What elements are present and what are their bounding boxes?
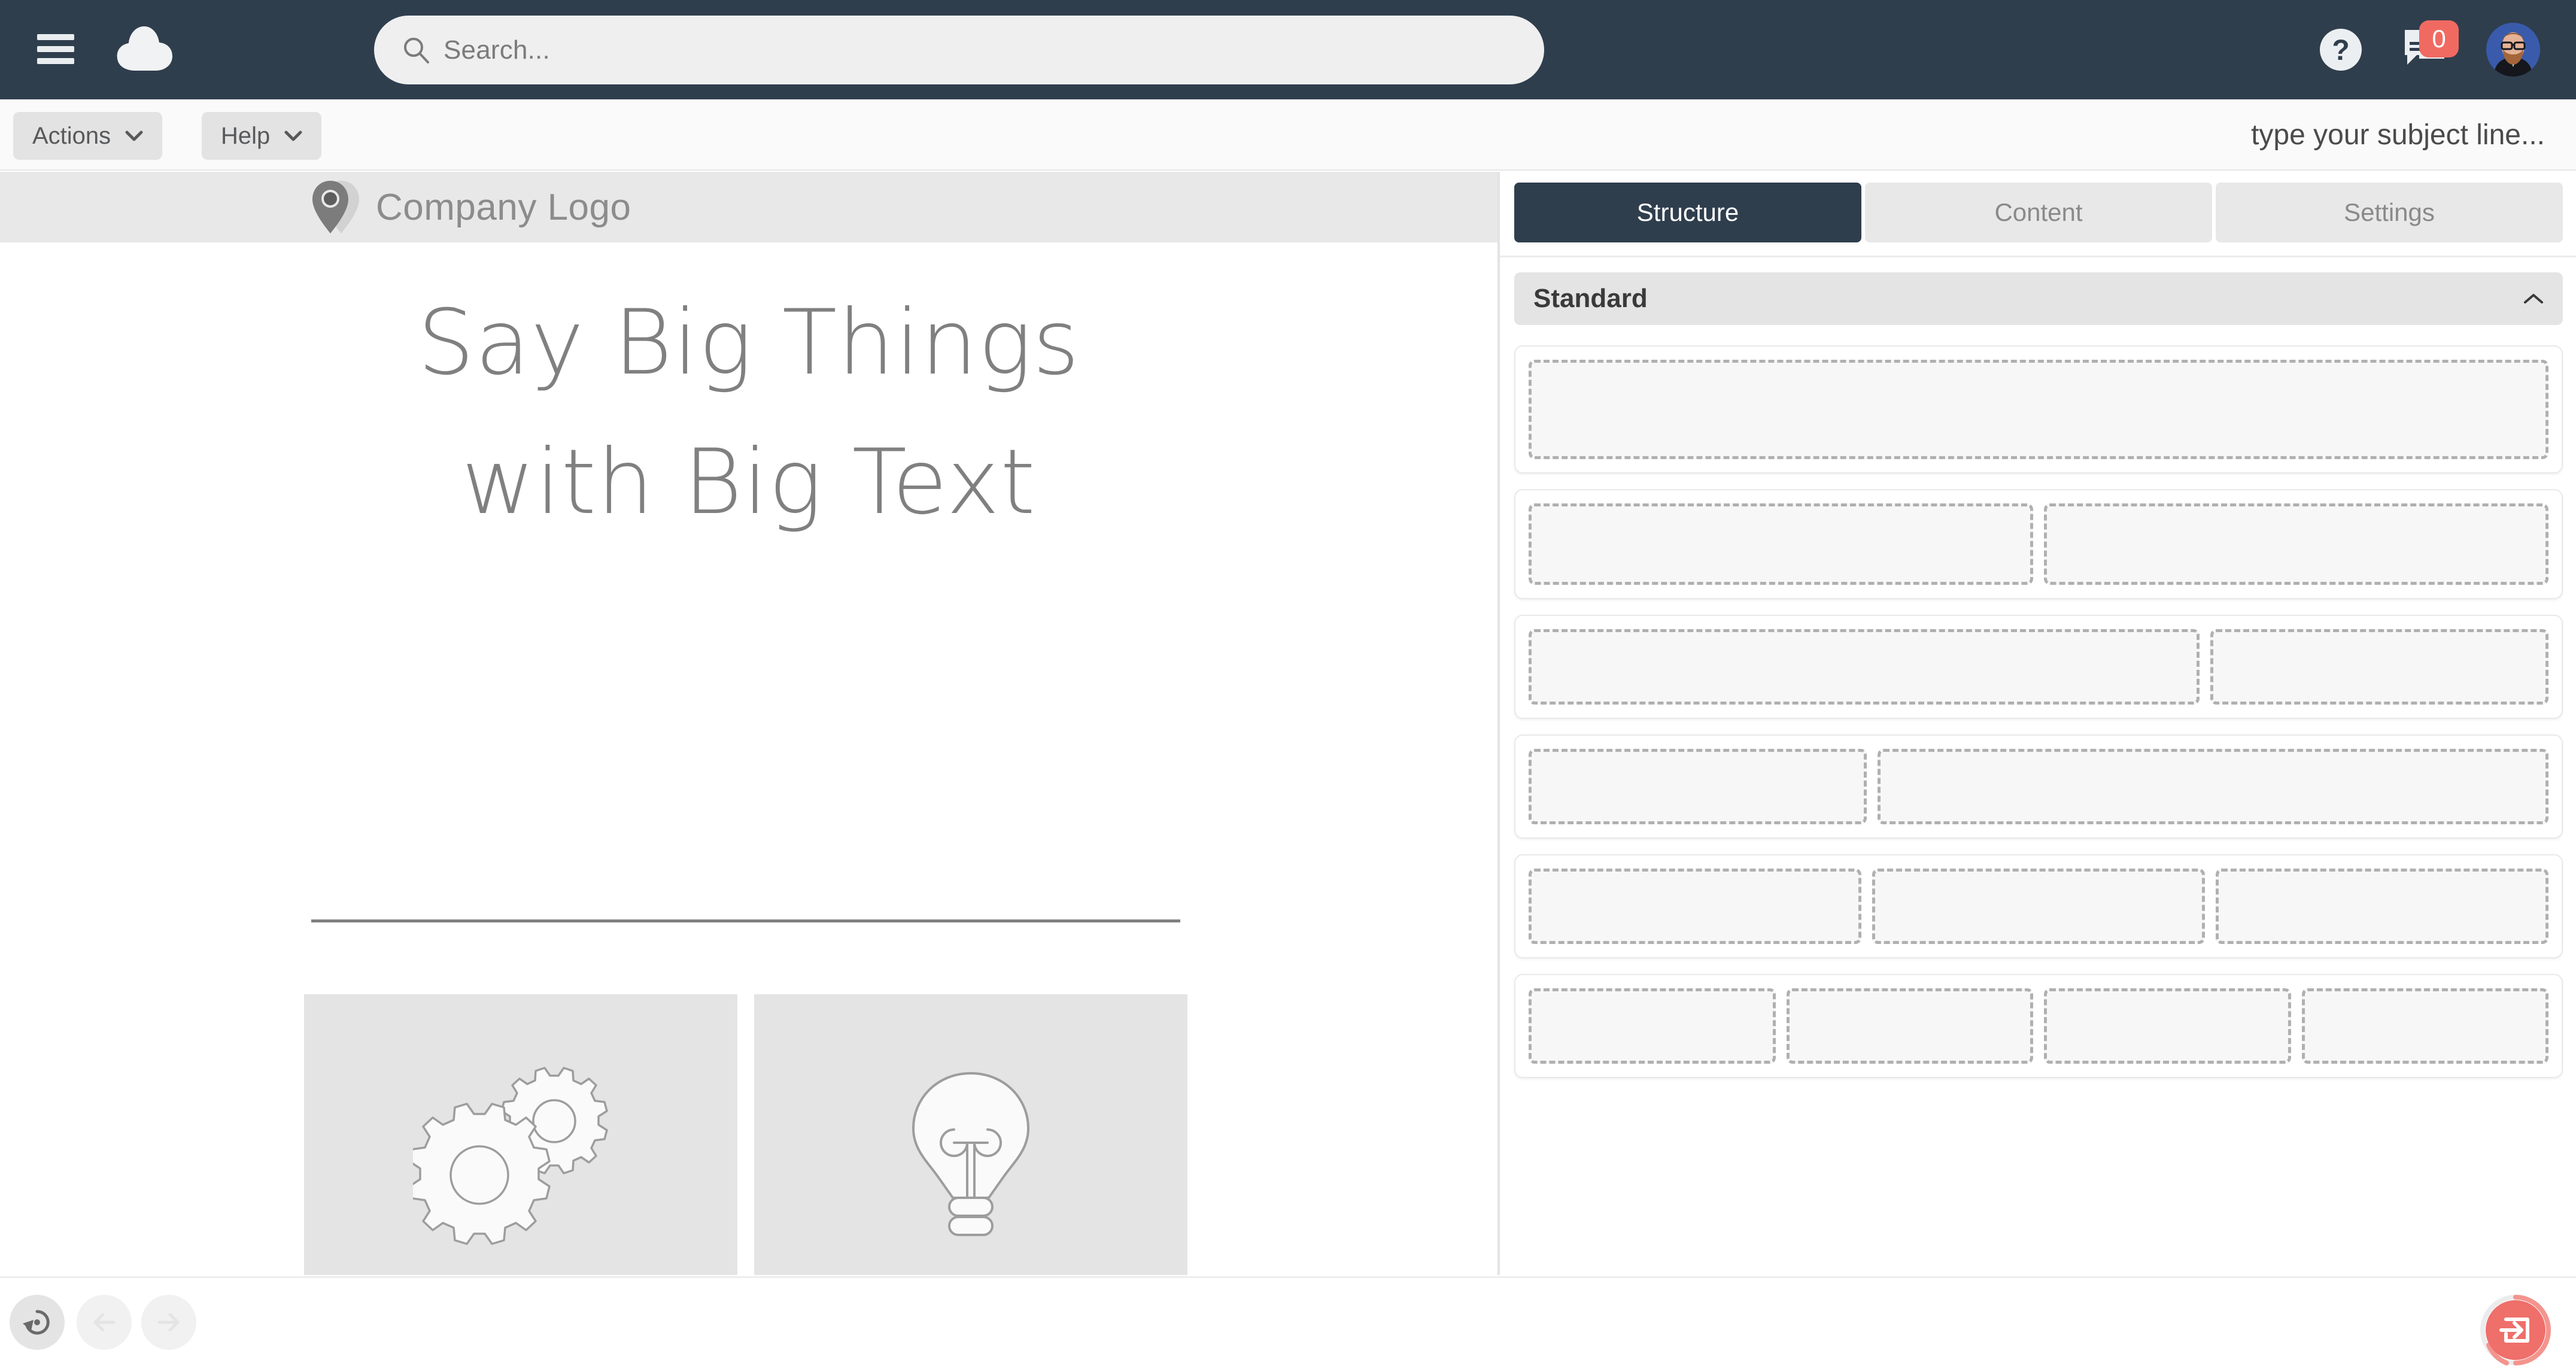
chevron-down-icon: [284, 130, 302, 141]
lightbulb-icon: [912, 1072, 1029, 1236]
logo-text: Company Logo: [376, 186, 631, 228]
layout-slot[interactable]: [1529, 749, 1867, 824]
tab-settings-label: Settings: [2344, 198, 2435, 226]
subject-line-input[interactable]: type your subject line...: [2251, 99, 2545, 171]
tabs-divider: [1500, 256, 2576, 257]
layout-template-5[interactable]: [1514, 854, 2563, 958]
headline-line-2: with Big Text: [461, 430, 1036, 535]
tab-structure-label: Structure: [1636, 198, 1739, 226]
layout-slot[interactable]: [1878, 749, 2548, 824]
send-fab-button[interactable]: [2480, 1295, 2551, 1365]
layout-slot[interactable]: [1529, 869, 1861, 944]
messages-badge: 0: [2419, 20, 2459, 57]
layout-template-list: [1514, 345, 2563, 1094]
messages-button[interactable]: 0: [2401, 20, 2459, 72]
horizontal-rule: [311, 919, 1180, 922]
search-icon: [404, 37, 429, 63]
help-label: Help: [221, 122, 271, 149]
headline-line-1: Say Big Things: [417, 291, 1080, 395]
hamburger-bar: [37, 58, 74, 64]
top-bar: Search... ? 0: [0, 0, 2576, 99]
tab-structure[interactable]: Structure: [1514, 183, 1861, 242]
picture-placeholder-lightbulb[interactable]: add a picture: [754, 994, 1187, 1275]
secondary-toolbar: Actions Help type your subject line...: [0, 99, 2576, 171]
email-preview-canvas: Company Logo Say Big Things with Big Tex…: [0, 172, 1497, 1275]
hamburger-icon[interactable]: [37, 34, 74, 64]
picture-placeholder-gears[interactable]: add a picture: [304, 994, 737, 1275]
layout-slot[interactable]: [2044, 988, 2291, 1064]
layout-slot[interactable]: [1786, 988, 2033, 1064]
top-bar-actions: ? 0: [2319, 0, 2540, 99]
tab-settings[interactable]: Settings: [2216, 183, 2563, 242]
picture-row: add a picture add a picture: [304, 994, 1187, 1275]
layout-template-2[interactable]: [1514, 489, 2563, 599]
logo-inner: Company Logo: [310, 180, 631, 235]
gears-icon: [413, 1067, 608, 1245]
layout-template-1[interactable]: [1514, 345, 2563, 473]
chevron-up-icon: [2524, 294, 2543, 303]
hamburger-bar: [37, 34, 74, 40]
layout-slot[interactable]: [1529, 988, 1776, 1064]
logo-header-block[interactable]: Company Logo: [0, 172, 1497, 242]
tab-content-label: Content: [1994, 198, 2083, 226]
actions-dropdown-button[interactable]: Actions: [13, 112, 163, 160]
avatar[interactable]: [2486, 23, 2540, 77]
question-mark-icon[interactable]: ?: [2319, 28, 2363, 72]
layout-slot[interactable]: [2301, 988, 2548, 1064]
search-input[interactable]: Search...: [374, 16, 1544, 84]
headline-block[interactable]: Say Big Things with Big Text: [0, 274, 1497, 552]
editor-side-panel: Structure Content Settings Standard: [1500, 172, 2576, 1275]
layout-slot[interactable]: [1529, 503, 2033, 585]
layout-template-4[interactable]: [1514, 734, 2563, 839]
footer-bar: [0, 1276, 2576, 1366]
actions-label: Actions: [32, 122, 111, 149]
help-dropdown-button[interactable]: Help: [202, 112, 322, 160]
svg-text:?: ?: [2332, 35, 2349, 66]
layout-slot[interactable]: [2210, 629, 2548, 705]
layout-slot[interactable]: [1529, 629, 2200, 705]
layout-template-6[interactable]: [1514, 974, 2563, 1078]
layout-template-3[interactable]: [1514, 615, 2563, 719]
subject-line-placeholder: type your subject line...: [2251, 119, 2545, 151]
hamburger-bar: [37, 46, 74, 52]
accordion-title: Standard: [1533, 284, 1648, 313]
tab-content[interactable]: Content: [1865, 183, 2212, 242]
arrow-right-icon[interactable]: [141, 1295, 196, 1350]
history-revert-icon[interactable]: [10, 1295, 65, 1350]
arrow-left-icon[interactable]: [77, 1295, 132, 1350]
accordion-standard[interactable]: Standard: [1514, 272, 2563, 325]
chevron-down-icon: [125, 130, 143, 141]
layout-slot[interactable]: [1529, 360, 2548, 459]
login-enter-icon: [2486, 1300, 2545, 1360]
panel-tabs: Structure Content Settings: [1514, 183, 2563, 242]
cloud-icon[interactable]: [114, 25, 175, 72]
layout-slot[interactable]: [2216, 869, 2548, 944]
search-placeholder: Search...: [443, 35, 550, 65]
layout-slot[interactable]: [2044, 503, 2548, 585]
layout-slot[interactable]: [1872, 869, 2205, 944]
map-pin-icon: [312, 181, 359, 233]
